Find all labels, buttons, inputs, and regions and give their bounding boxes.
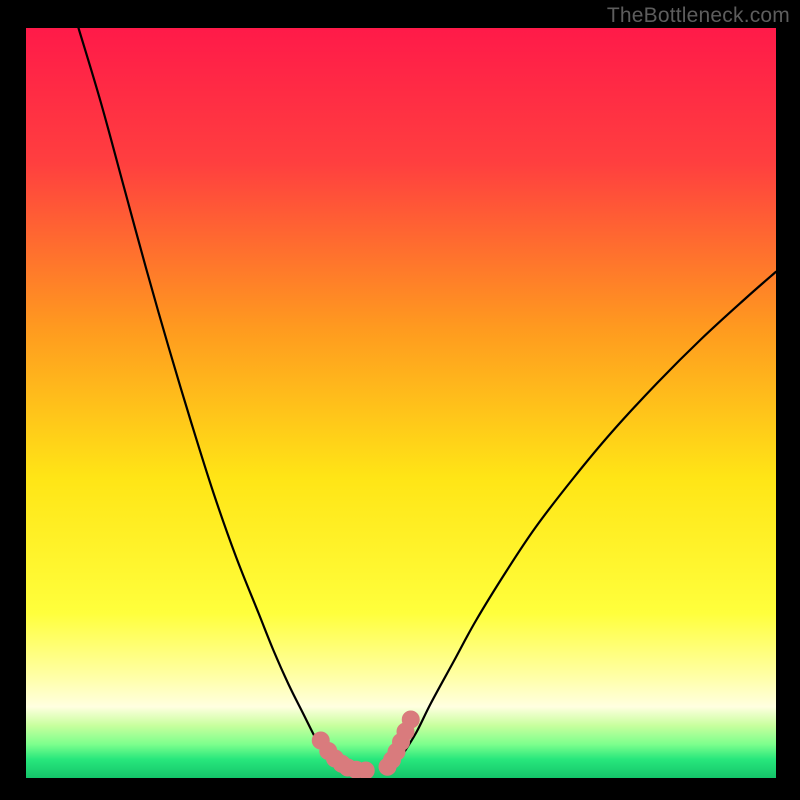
right-dot-trail-point: [402, 711, 420, 729]
gradient-background: [26, 28, 776, 778]
bottleneck-chart: [26, 28, 776, 778]
watermark-text: TheBottleneck.com: [607, 4, 790, 28]
chart-svg: [26, 28, 776, 778]
chart-frame: TheBottleneck.com: [0, 0, 800, 800]
